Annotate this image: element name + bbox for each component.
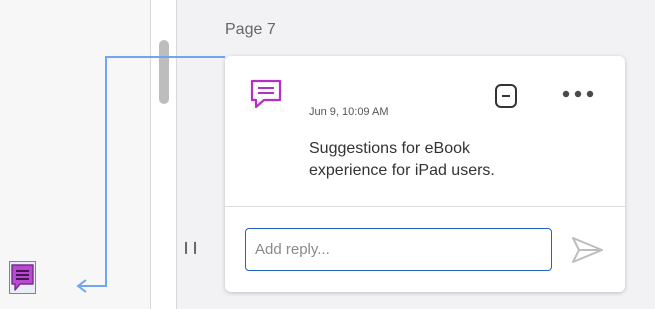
- reply-input[interactable]: [245, 228, 552, 271]
- comment-card: Jun 9, 10:09 AM Suggestions for eBook ex…: [225, 56, 625, 292]
- comment-icon: [249, 78, 285, 115]
- resolve-icon: [495, 84, 517, 108]
- more-options-icon: [562, 90, 594, 98]
- comment-timestamp: Jun 9, 10:09 AM: [309, 106, 389, 118]
- comment-text: Suggestions for eBook experience for iPa…: [309, 140, 495, 179]
- resize-handle-icon[interactable]: ❙❙: [181, 240, 200, 254]
- card-divider: [225, 206, 625, 207]
- send-reply-button[interactable]: [570, 235, 606, 270]
- comment-marker[interactable]: [9, 261, 36, 294]
- page-label: Page 7: [225, 21, 276, 38]
- scrollbar-thumb[interactable]: [159, 40, 169, 104]
- comment-marker-icon: [11, 264, 34, 291]
- more-options-button[interactable]: [561, 86, 595, 102]
- send-icon: [572, 237, 603, 263]
- resolve-button[interactable]: [494, 83, 518, 109]
